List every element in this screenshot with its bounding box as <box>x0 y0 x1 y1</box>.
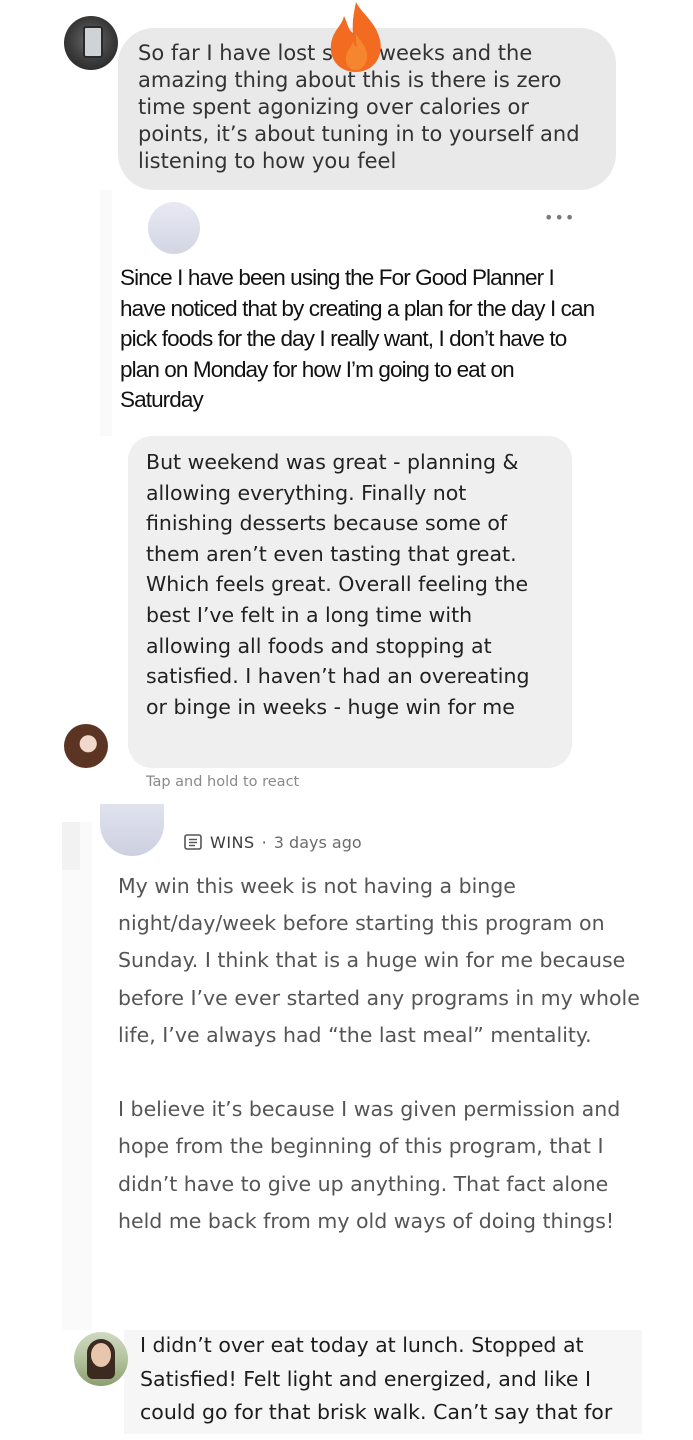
more-options-icon[interactable]: ••• <box>544 208 575 227</box>
phone-icon <box>83 26 103 58</box>
react-hint: Tap and hold to react <box>146 774 300 790</box>
post-timestamp: 3 days ago <box>273 832 362 852</box>
user-avatar[interactable] <box>64 16 118 70</box>
post-paragraph: I believe it’s because I was given permi… <box>118 1097 621 1233</box>
user-avatar[interactable] <box>64 724 108 768</box>
post-text: Since I have been using the For Good Pla… <box>120 265 595 412</box>
post-paragraph: My win this week is not having a binge n… <box>118 874 640 1047</box>
avatar-placeholder[interactable] <box>148 202 200 254</box>
post-meta: WINS · 3 days ago <box>184 830 362 854</box>
category-tag[interactable]: WINS <box>210 833 255 852</box>
separator: · <box>261 832 267 852</box>
fire-icon <box>330 2 381 72</box>
avatar-face <box>91 1343 111 1367</box>
list-icon <box>184 834 202 850</box>
message-text: But weekend was great - planning & allow… <box>146 450 530 719</box>
card-edge <box>62 822 80 870</box>
message-bubble[interactable]: But weekend was great - planning & allow… <box>128 436 572 768</box>
comment-text: I didn’t over eat today at lunch. Stoppe… <box>140 1333 613 1424</box>
user-avatar[interactable] <box>74 1332 128 1386</box>
post-body: My win this week is not having a binge n… <box>118 868 648 1240</box>
